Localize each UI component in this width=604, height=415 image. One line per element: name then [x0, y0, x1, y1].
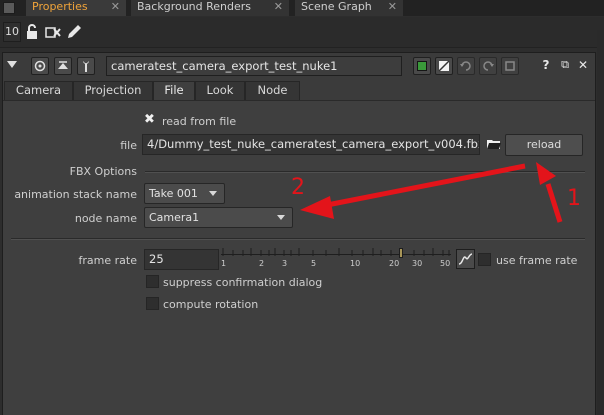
annotation-arrowhead-1: [536, 162, 556, 185]
annotation-label-1: 1: [567, 186, 581, 211]
annotation-overlay: 1 2: [291, 162, 581, 223]
annotation-arrow-1: [545, 183, 563, 223]
annotation-label-2: 2: [291, 175, 305, 200]
annotation-arrow-2: [321, 163, 526, 209]
annotation-arrowhead-2: [300, 196, 334, 219]
